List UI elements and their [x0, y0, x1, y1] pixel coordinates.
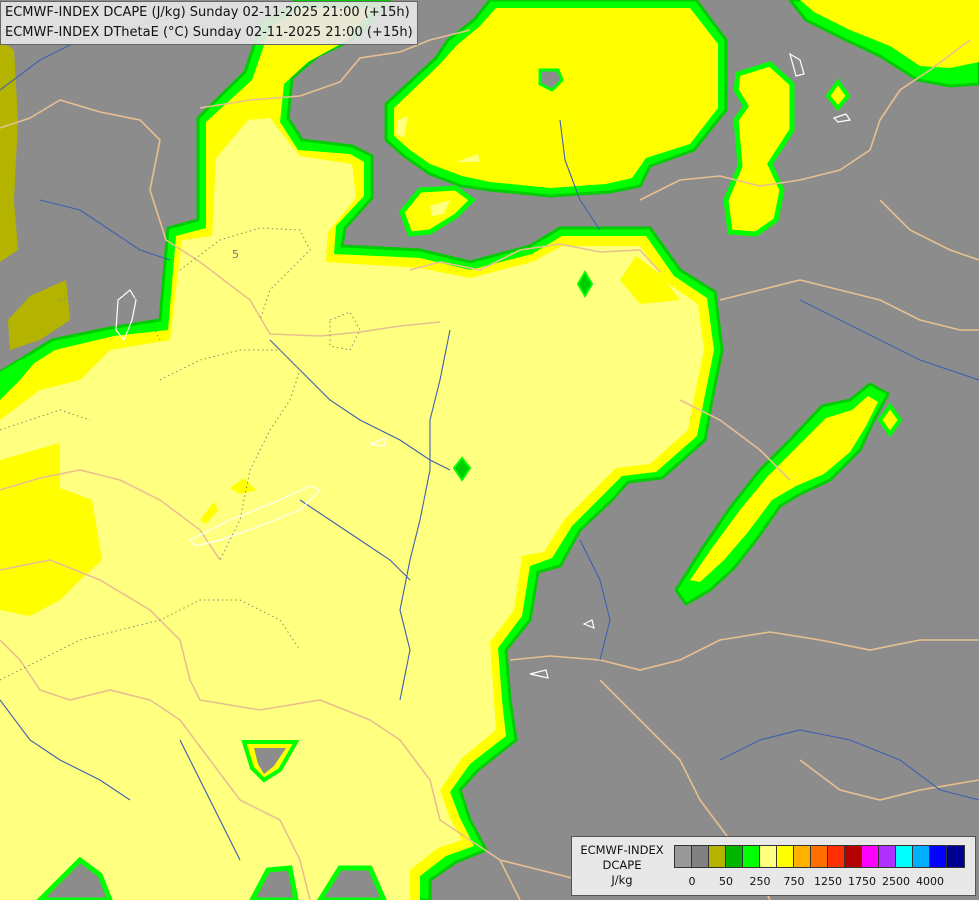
legend-swatch-15 — [930, 846, 947, 867]
legend-tick-0: 0 — [688, 875, 696, 888]
title-dcape: ECMWF-INDEX DCAPE (J/kg) Sunday 02-11-20… — [5, 5, 410, 20]
legend-swatch-2 — [709, 846, 726, 867]
map-title-box: ECMWF-INDEX DCAPE (J/kg) Sunday 02-11-20… — [0, 1, 418, 45]
legend-tick-3: 750 — [783, 875, 805, 888]
legend-swatch-11 — [862, 846, 879, 867]
legend-swatch-14 — [913, 846, 930, 867]
legend-tick-7: 4000 — [916, 875, 944, 888]
legend-title-line1: ECMWF-INDEX — [580, 843, 664, 857]
legend-title: ECMWF-INDEX DCAPE J/kg — [572, 843, 672, 888]
title-dthetae: ECMWF-INDEX DThetaE (°C) Sunday 02-11-20… — [5, 25, 413, 40]
legend-tick-1: 50 — [719, 875, 733, 888]
legend-swatch-10 — [845, 846, 862, 867]
legend-swatch-16 — [947, 846, 964, 867]
legend-swatch-9 — [828, 846, 845, 867]
legend-swatch-6 — [777, 846, 794, 867]
legend-tick-2: 250 — [749, 875, 771, 888]
contour-label: 5 — [232, 248, 239, 261]
legend-swatch-0 — [675, 846, 692, 867]
legend-tick-4: 1250 — [814, 875, 842, 888]
legend-swatch-7 — [794, 846, 811, 867]
legend-swatch-12 — [879, 846, 896, 867]
weather-map: 5 — [0, 0, 979, 900]
legend-swatch-1 — [692, 846, 709, 867]
legend-swatch-13 — [896, 846, 913, 867]
legend-swatch-8 — [811, 846, 828, 867]
legend-swatches — [674, 845, 965, 868]
legend-title-unit: J/kg — [611, 873, 633, 887]
legend-tick-6: 2500 — [882, 875, 910, 888]
olive-region-left-edge — [0, 40, 18, 262]
legend-swatch-5 — [760, 846, 777, 867]
legend-tick-5: 1750 — [848, 875, 876, 888]
legend-title-line2: DCAPE — [602, 858, 642, 872]
legend-swatch-4 — [743, 846, 760, 867]
legend-swatch-3 — [726, 846, 743, 867]
dcape-legend: ECMWF-INDEX DCAPE J/kg 0 50 250 750 1250 1750… — [571, 836, 976, 896]
